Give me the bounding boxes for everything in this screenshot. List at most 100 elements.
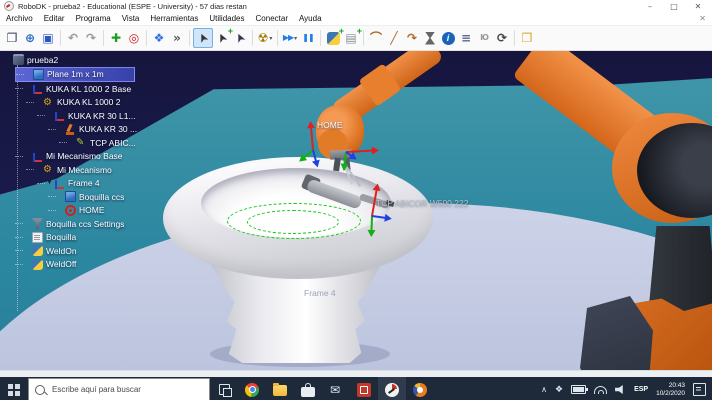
taskbar-chrome-button[interactable] — [238, 377, 266, 400]
tree-item-kuka-kl-1000-2[interactable]: ▼KUKA KL 1000 2 — [26, 96, 128, 110]
tree-item-kuka-kr-30[interactable]: ▼KUKA KR 30 ... — [48, 123, 145, 137]
menu-utilidades[interactable]: Utilidades — [209, 14, 244, 23]
redo-icon: ↷ — [86, 32, 96, 44]
search-box[interactable] — [28, 378, 210, 400]
select-add-icon: ➤ — [214, 31, 229, 45]
menu-bar: Archivo Editar Programa Vista Herramientas Ut… — [0, 12, 712, 26]
menu-programa[interactable]: Programa — [76, 14, 111, 23]
taskbar-red-app-button[interactable] — [350, 377, 378, 400]
select-tool-button[interactable]: ➤ — [193, 28, 213, 48]
check-collisions-button[interactable]: ☢▾ — [256, 29, 274, 47]
update-program-button[interactable]: ⟳ — [493, 29, 511, 47]
fit-all-button[interactable]: ❖ — [150, 29, 168, 47]
program-steps-button[interactable]: ≡ — [457, 29, 475, 47]
add-reference-frame-button[interactable]: ✚ — [107, 29, 125, 47]
taskbar: ∧ ❖ ESP 20:43 10/2/2020 — [0, 377, 712, 400]
more-tools-button[interactable]: » — [168, 29, 186, 47]
menu-conectar[interactable]: Conectar — [256, 14, 288, 23]
tree-item-weldon[interactable]: WeldOn — [15, 244, 85, 258]
redo-button[interactable]: ↷ — [82, 29, 100, 47]
menu-archivo[interactable]: Archivo — [6, 14, 33, 23]
taskbar-mail-button[interactable] — [322, 377, 350, 400]
tree-item-label: prueba2 — [27, 55, 58, 65]
hidden-icons-button[interactable]: ∧ — [541, 385, 547, 394]
3d-viewport[interactable]: HOME TCP ABICOR W500 222 Frame 4 ▼prueba… — [0, 51, 712, 370]
taskbar-robodk-button[interactable] — [378, 377, 406, 400]
pause-instruction-button[interactable] — [421, 29, 439, 47]
move-linear-instruction-button[interactable]: ╱ — [385, 29, 403, 47]
dropdown-caret-icon[interactable]: ▾ — [294, 35, 297, 42]
move-joint-instruction-button[interactable]: ⌒ — [367, 29, 385, 47]
add-target-button[interactable]: ◎ — [125, 29, 143, 47]
expand-arrow-icon[interactable]: ▼ — [45, 113, 54, 120]
save-station-button[interactable]: ▣ — [39, 29, 57, 47]
open-online-library-button[interactable]: ⊕ — [21, 29, 39, 47]
undo-button[interactable]: ↶ — [64, 29, 82, 47]
taskbar-store-button[interactable] — [294, 377, 322, 400]
tree-item-prueba2[interactable]: ▼ prueba2 — [4, 53, 66, 67]
battery-icon[interactable] — [571, 385, 586, 394]
tree-item-home[interactable]: HOME — [48, 204, 113, 218]
menu-ayuda[interactable]: Ayuda — [299, 14, 322, 23]
move-circular-instruction-button[interactable]: ↷ — [403, 29, 421, 47]
io-instruction-button[interactable]: IO — [475, 29, 493, 47]
notifications-icon[interactable] — [693, 383, 706, 396]
tree-connector — [26, 102, 34, 103]
expand-arrow-icon[interactable]: ▼ — [56, 126, 65, 133]
expand-arrow-icon[interactable]: ▼ — [45, 180, 54, 187]
search-input[interactable] — [50, 384, 184, 395]
toolbar-separator — [252, 30, 253, 46]
tree-item-label: Frame 4 — [68, 178, 100, 188]
menu-herramientas[interactable]: Herramientas — [150, 14, 198, 23]
close-button[interactable]: ✕ — [688, 2, 708, 11]
language-indicator[interactable]: ESP — [634, 386, 648, 393]
taskbar-cad-app-button[interactable] — [406, 377, 434, 400]
dropdown-caret-icon[interactable]: ▾ — [269, 35, 272, 42]
add-program-button[interactable]: ▤ — [342, 29, 360, 47]
menu-close-button[interactable]: ✕ — [699, 14, 706, 23]
volume-icon[interactable] — [615, 385, 626, 394]
expand-arrow-icon[interactable]: ▼ — [34, 99, 43, 106]
export-simulation-button[interactable]: ❒ — [518, 29, 536, 47]
tree-item-kuka-kr-30-l1[interactable]: ▼KUKA KR 30 L1... — [37, 109, 144, 123]
tree-item-weldoff[interactable]: WeldOff — [15, 258, 84, 272]
select-move-button[interactable]: ➤ — [231, 29, 249, 47]
toolbar: ❐⊕▣↶↷✚◎❖»➤➤➤☢▾▶▶▾❚❚▤⌒╱↷i≡IO⟳❒ — [0, 26, 712, 51]
clock[interactable]: 20:43 10/2/2020 — [656, 382, 685, 398]
menu-editar[interactable]: Editar — [44, 14, 65, 23]
menu-vista[interactable]: Vista — [122, 14, 140, 23]
expand-arrow-icon[interactable]: ▼ — [23, 86, 32, 93]
expand-arrow-icon[interactable]: ▼ — [34, 167, 43, 174]
wifi-icon[interactable] — [594, 385, 607, 394]
expand-arrow-icon[interactable]: ▼ — [23, 153, 32, 160]
fast-simulation-button[interactable]: ▶▶▾ — [281, 29, 299, 47]
tree-item-boquilla-ccs[interactable]: Boquilla ccs — [48, 190, 132, 204]
dropbox-icon[interactable]: ❖ — [555, 385, 563, 395]
cube-icon — [65, 191, 76, 202]
new-station-button[interactable]: ❐ — [3, 29, 21, 47]
add-python-program-button[interactable] — [324, 29, 342, 47]
tree-item-mi-mecanismo[interactable]: ▼Mi Mecanismo — [26, 163, 120, 177]
tool-icon — [76, 137, 87, 148]
tree-item-tcp-abic[interactable]: TCP ABIC... — [59, 136, 144, 150]
move-linear-instruction-icon: ╱ — [390, 32, 397, 44]
fit-all-icon: ❖ — [154, 32, 165, 44]
maximize-button[interactable]: □ — [664, 2, 684, 11]
explorer-icon — [273, 385, 287, 396]
taskbar-explorer-button[interactable] — [266, 377, 294, 400]
tree-item-frame-4[interactable]: ▼ Frame 4 — [37, 177, 108, 191]
pause-simulation-button[interactable]: ❚❚ — [299, 29, 317, 47]
tree-item-kuka-kl-1000-2-base[interactable]: ▼KUKA KL 1000 2 Base — [15, 82, 139, 96]
tree-connector — [37, 183, 45, 184]
select-add-button[interactable]: ➤ — [213, 29, 231, 47]
show-message-instruction-button[interactable]: i — [439, 29, 457, 47]
tree-item-plane-1m-x-1m[interactable]: Plane 1m x 1m — [15, 67, 135, 83]
taskbar-task-view-button[interactable] — [210, 377, 238, 400]
minimize-button[interactable]: – — [640, 2, 660, 11]
start-button[interactable] — [0, 377, 28, 400]
tree-item-boquilla-ccs-settings[interactable]: Boquilla ccs Settings — [15, 217, 132, 231]
tcp-frame-y-axis — [370, 216, 373, 234]
tree-item-mi-mecanismo-base[interactable]: ▼Mi Mecanismo Base — [15, 150, 131, 164]
expand-arrow-icon[interactable]: ▼ — [4, 57, 13, 64]
tree-item-boquilla[interactable]: Boquilla — [15, 231, 84, 245]
